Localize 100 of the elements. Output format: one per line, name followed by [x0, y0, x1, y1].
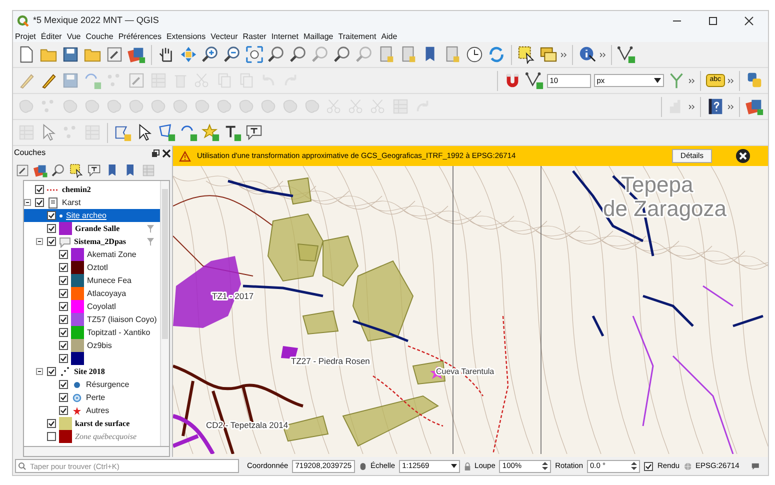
layer-name[interactable]: chemin2 [62, 184, 91, 196]
layer-name[interactable]: Site archeo [66, 210, 106, 222]
close-icon[interactable] [744, 16, 754, 26]
layer-name[interactable]: Topitzatl - Xantiko [87, 326, 150, 338]
checkbox[interactable] [59, 328, 68, 337]
layer-row[interactable]: Coyolatl [24, 300, 160, 313]
close-icon[interactable] [736, 149, 750, 163]
scrollbar[interactable] [23, 447, 170, 457]
menu-item[interactable]: Éditer [40, 30, 62, 42]
layer-name[interactable]: Résurgence [86, 378, 130, 390]
vertex-tool-icon[interactable] [524, 71, 544, 90]
overflow-icon[interactable] [689, 102, 695, 110]
layer-row[interactable]: Akemati Zone [24, 248, 160, 261]
checkbox[interactable] [59, 263, 68, 272]
magnifier-icon[interactable] [333, 45, 352, 64]
layer-row[interactable]: Sistema_2Dpas [24, 235, 160, 248]
layer-name[interactable]: Coyolatl [87, 300, 116, 312]
clock-icon[interactable] [465, 45, 484, 64]
zoom-extent-icon[interactable] [245, 45, 264, 64]
pan-icon[interactable] [179, 45, 198, 64]
checkbox[interactable] [59, 354, 68, 363]
overflow-icon[interactable] [688, 76, 695, 84]
magnifier-icon[interactable] [267, 45, 286, 64]
layer-row[interactable]: TZ57 (liaison Coyo) [24, 313, 160, 326]
layer-name[interactable]: Perte [86, 392, 106, 404]
menu-item[interactable]: Couche [86, 30, 114, 42]
checkbox[interactable] [35, 185, 44, 194]
add-text-icon[interactable] [223, 123, 242, 142]
layer-row[interactable]: Oztotl [24, 261, 160, 274]
layers-icon[interactable] [539, 45, 558, 64]
save-icon[interactable] [61, 45, 80, 64]
checkbox[interactable] [47, 211, 56, 220]
layer-name[interactable]: Oz9bis [87, 340, 112, 352]
overflow-icon[interactable] [561, 50, 567, 58]
menu-item[interactable]: Raster [242, 30, 266, 42]
overflow-icon[interactable] [600, 50, 606, 58]
magnifier-icon[interactable] [289, 45, 308, 64]
layer-row[interactable]: Site 2018 [24, 365, 160, 378]
checkbox[interactable] [59, 289, 68, 298]
checkbox[interactable] [59, 380, 68, 389]
menu-item[interactable]: Traitement [338, 30, 376, 42]
layer-name[interactable]: Karst [62, 196, 81, 208]
collapse-icon[interactable] [24, 199, 31, 206]
maximize-icon[interactable] [708, 16, 718, 26]
zoom-out-icon[interactable] [223, 45, 242, 64]
layer-row[interactable]: Résurgence [24, 378, 160, 391]
checkbox[interactable] [47, 224, 56, 233]
layer-name[interactable]: Oztotl [87, 262, 108, 274]
checkbox[interactable] [59, 302, 68, 311]
menu-item[interactable]: Maillage [303, 30, 334, 42]
layer-name[interactable]: Sistema_2Dpas [74, 236, 126, 248]
checkbox[interactable] [59, 250, 68, 259]
pencil-icon[interactable] [39, 71, 58, 90]
layer-name[interactable]: Atlacoyaya [87, 288, 126, 300]
style-manager-icon[interactable] [33, 162, 48, 178]
info-icon[interactable] [578, 45, 597, 64]
layer-row[interactable]: Topitzatl - Xantiko [24, 326, 160, 339]
properties-icon[interactable] [105, 45, 124, 64]
layer-row[interactable]: Karst [24, 196, 160, 209]
collapse-icon[interactable] [36, 368, 43, 375]
spin-icon[interactable] [631, 461, 638, 471]
style-manager-icon[interactable] [127, 45, 146, 64]
add-star-icon[interactable] [201, 123, 220, 142]
checkbox[interactable] [47, 367, 56, 376]
layer-row[interactable]: Munece Fea [24, 274, 160, 287]
layer-row[interactable]: Perte [24, 391, 160, 404]
overflow-icon[interactable] [728, 102, 734, 110]
collapse-icon[interactable] [36, 238, 43, 245]
properties-icon[interactable] [15, 162, 30, 178]
mouse-icon[interactable] [358, 462, 366, 470]
layer-row[interactable]: Zone québecquoise [24, 430, 160, 443]
layer-name[interactable]: Autres [86, 404, 110, 416]
layer-row[interactable]: karst de surface [24, 417, 160, 430]
help-icon[interactable] [706, 97, 725, 116]
checkbox[interactable] [59, 315, 68, 324]
annotation-icon[interactable] [245, 123, 264, 142]
add-line-icon[interactable] [179, 123, 198, 142]
layer-row[interactable]: Autres [24, 404, 160, 417]
checkbox[interactable] [47, 419, 56, 428]
spin-icon[interactable] [542, 461, 548, 471]
layer-name[interactable]: Akemati Zone [87, 248, 136, 260]
menu-item[interactable]: Vecteur [210, 30, 238, 42]
magnifier-icon[interactable] [51, 162, 66, 178]
menu-item[interactable]: Projet [15, 30, 36, 42]
annotation-icon[interactable] [87, 162, 102, 178]
lock-icon[interactable] [464, 462, 471, 470]
layer-name[interactable]: TZ57 (liaison Coyo) [87, 314, 157, 326]
python-icon[interactable] [745, 71, 764, 90]
vertex-tool-icon[interactable] [617, 45, 636, 64]
close-icon[interactable] [162, 148, 171, 158]
layer-name[interactable]: karst de surface [75, 418, 130, 430]
zoom-in-icon[interactable] [201, 45, 220, 64]
messages-icon[interactable] [751, 462, 760, 470]
selected-layer-row[interactable]: Site archeo [24, 209, 160, 222]
menu-item[interactable]: Préférences [118, 30, 162, 42]
checkbox[interactable] [35, 198, 44, 207]
checkbox[interactable] [59, 406, 68, 415]
layer-name[interactable]: Grande Salle [75, 222, 120, 234]
layer-name[interactable]: Site 2018 [74, 366, 105, 378]
checkbox[interactable] [59, 393, 68, 402]
